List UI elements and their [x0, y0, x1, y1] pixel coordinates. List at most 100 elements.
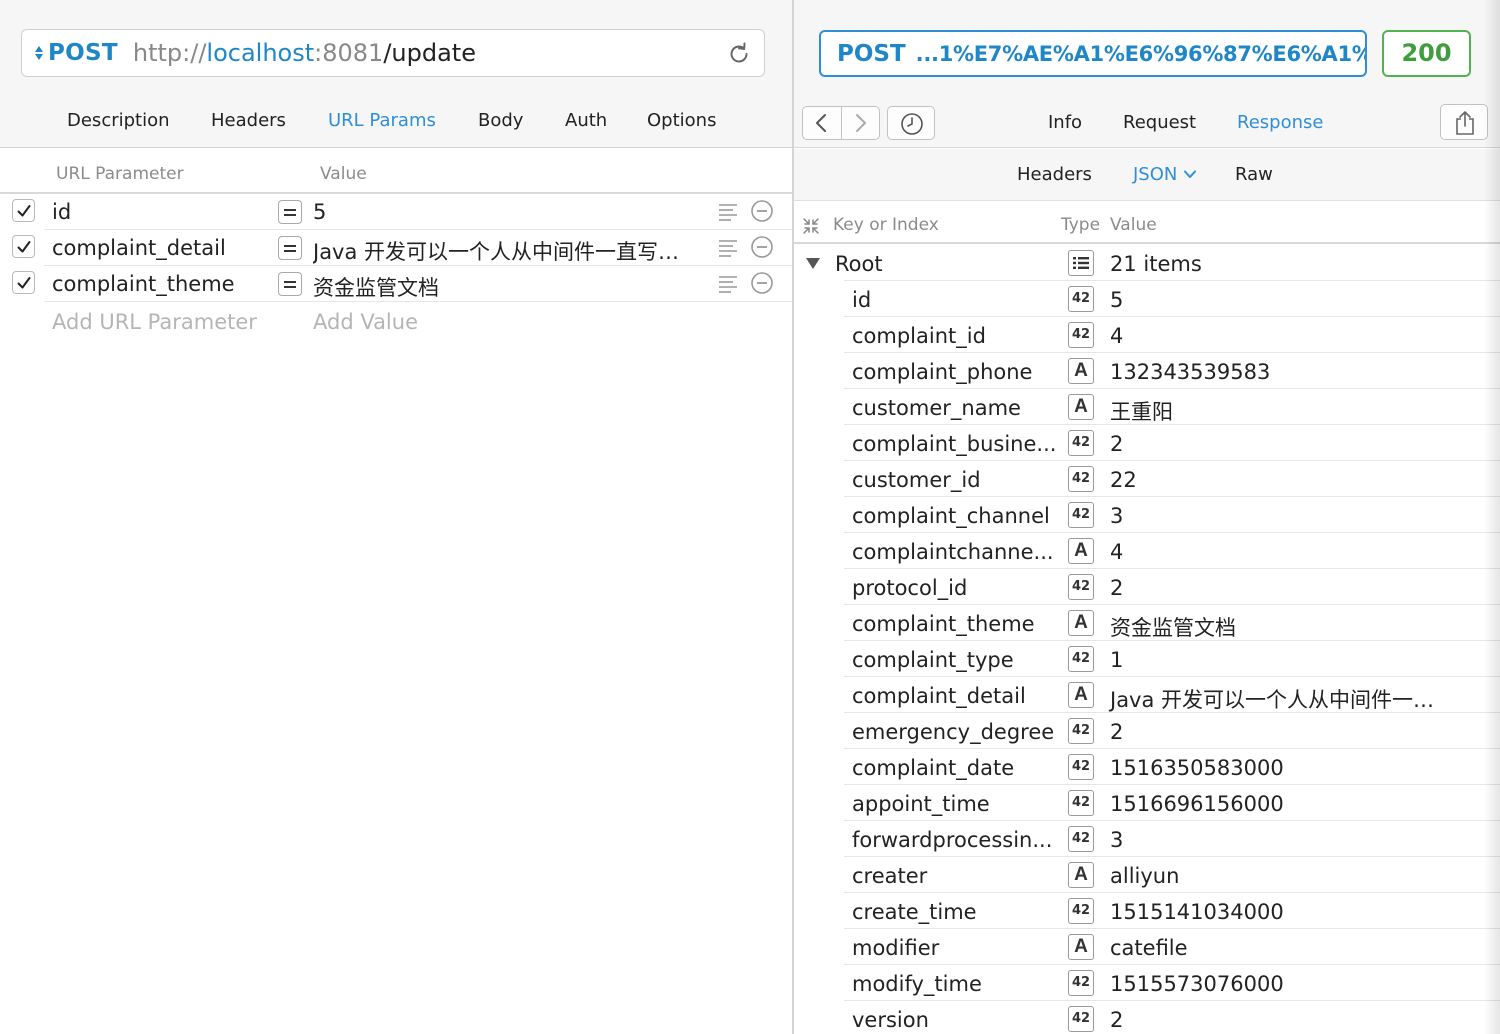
json-row[interactable]: complaint_date 42 1516350583000 — [794, 749, 1500, 785]
tab-request[interactable]: Request — [1123, 112, 1196, 133]
disclosure-triangle-icon[interactable] — [806, 258, 820, 269]
response-pane: POST ...1%E7%AE%A1%E6%96%87%E6%A1%A3 200… — [794, 0, 1500, 1034]
subtab-raw[interactable]: Raw — [1235, 164, 1273, 185]
json-row[interactable]: version 42 2 — [794, 1001, 1500, 1034]
method-select[interactable]: POST — [48, 40, 118, 66]
json-key: Root — [835, 252, 883, 276]
tab-auth[interactable]: Auth — [565, 110, 607, 131]
json-row[interactable]: protocol_id 42 2 — [794, 569, 1500, 605]
tab-response[interactable]: Response — [1237, 112, 1323, 133]
param-value[interactable]: 资金监管文档 — [313, 272, 439, 302]
url-bar[interactable]: POST http://localhost:8081/update — [21, 29, 765, 77]
request-summary[interactable]: POST ...1%E7%AE%A1%E6%96%87%E6%A1%A3 — [819, 30, 1367, 77]
json-value: 1 — [1110, 648, 1124, 672]
summary-method: POST — [837, 40, 906, 67]
number-type-icon: 42 — [1068, 718, 1094, 744]
json-row[interactable]: emergency_degree 42 2 — [794, 713, 1500, 749]
history-button[interactable] — [887, 106, 935, 140]
json-tree-header: Key or Index Type Value — [794, 206, 1500, 244]
json-value: 132343539583 — [1110, 360, 1271, 384]
json-row[interactable]: creater Aalliyun — [794, 857, 1500, 893]
json-key: complaint_theme — [852, 612, 1035, 636]
remove-param-icon[interactable] — [750, 199, 774, 223]
json-key: protocol_id — [852, 576, 968, 600]
param-enabled-checkbox[interactable] — [12, 199, 35, 222]
add-param-value-input[interactable]: Add Value — [313, 310, 418, 334]
text-options-icon[interactable] — [718, 239, 738, 257]
json-key: complaint_channel — [852, 504, 1050, 528]
equals-icon[interactable] — [278, 272, 302, 296]
param-value[interactable]: Java 开发可以一个人从中间件一直写… — [313, 236, 679, 266]
number-type-icon: 42 — [1068, 502, 1094, 528]
json-row[interactable]: forwardprocessin... 42 3 — [794, 821, 1500, 857]
number-type-icon: 42 — [1068, 322, 1094, 348]
json-row[interactable]: appoint_time 42 1516696156000 — [794, 785, 1500, 821]
param-enabled-checkbox[interactable] — [12, 235, 35, 258]
json-key: id — [852, 288, 872, 312]
json-row[interactable]: modify_time 42 1515573076000 — [794, 965, 1500, 1001]
json-value: 1516350583000 — [1110, 756, 1284, 780]
number-type-icon: 42 — [1068, 898, 1094, 924]
json-key: version — [852, 1008, 929, 1032]
remove-param-icon[interactable] — [750, 235, 774, 259]
chevron-left-icon[interactable] — [812, 113, 832, 133]
chevron-down-icon[interactable] — [1184, 170, 1196, 179]
column-header-value: Value — [1110, 215, 1157, 235]
number-type-icon: 42 — [1068, 754, 1094, 780]
subtab-headers[interactable]: Headers — [1017, 164, 1092, 185]
url-path: /update — [383, 39, 476, 67]
json-key: complaint_type — [852, 648, 1014, 672]
param-row: complaint_detail Java 开发可以一个人从中间件一直写… — [0, 230, 792, 266]
remove-param-icon[interactable] — [750, 271, 774, 295]
json-row[interactable]: id 42 5 — [794, 281, 1500, 317]
json-key: create_time — [852, 900, 977, 924]
json-key: complaint_date — [852, 756, 1015, 780]
json-row[interactable]: customer_name A 王重阳 — [794, 389, 1500, 425]
json-row[interactable]: complaint_type 42 1 — [794, 641, 1500, 677]
json-row[interactable]: complaintchanne... A 4 — [794, 533, 1500, 569]
text-options-icon[interactable] — [718, 275, 738, 293]
json-row[interactable]: complaint_channel 42 3 — [794, 497, 1500, 533]
param-row: complaint_theme 资金监管文档 — [0, 266, 792, 302]
equals-icon[interactable] — [278, 200, 302, 224]
number-type-icon: 42 — [1068, 466, 1094, 492]
json-row[interactable]: complaint_phone A 132343539583 — [794, 353, 1500, 389]
tab-url-params[interactable]: URL Params — [328, 110, 436, 131]
param-enabled-checkbox[interactable] — [12, 271, 35, 294]
json-row[interactable]: complaint_theme A 资金监管文档 — [794, 605, 1500, 641]
equals-icon[interactable] — [278, 236, 302, 260]
json-value: 4 — [1110, 540, 1124, 564]
column-header-value: Value — [320, 164, 367, 184]
json-value: 3 — [1110, 504, 1124, 528]
param-key[interactable]: id — [52, 200, 71, 224]
param-value[interactable]: 5 — [313, 200, 326, 224]
param-key[interactable]: complaint_detail — [52, 236, 226, 260]
json-row[interactable]: create_time 42 1515141034000 — [794, 893, 1500, 929]
method-select-arrows-icon[interactable] — [34, 46, 44, 60]
url-input[interactable]: http://localhost:8081/update — [133, 39, 476, 67]
json-row[interactable]: complaint_busine... 42 2 — [794, 425, 1500, 461]
tab-description[interactable]: Description — [67, 110, 170, 131]
chevron-right-icon[interactable] — [850, 113, 870, 133]
json-root-row[interactable]: Root 21 items — [794, 245, 1500, 281]
json-row[interactable]: customer_id 42 22 — [794, 461, 1500, 497]
string-type-icon: A — [1068, 394, 1094, 420]
tab-body[interactable]: Body — [478, 110, 523, 131]
add-param-key-input[interactable]: Add URL Parameter — [52, 310, 257, 334]
tab-headers[interactable]: Headers — [211, 110, 286, 131]
tab-info[interactable]: Info — [1048, 112, 1082, 133]
collapse-arrows-icon[interactable] — [802, 217, 820, 235]
param-key[interactable]: complaint_theme — [52, 272, 235, 296]
share-button[interactable] — [1440, 104, 1488, 140]
reload-icon[interactable] — [726, 41, 752, 67]
json-row[interactable]: complaint_detail A Java 开发可以一个人从中间件一… — [794, 677, 1500, 713]
json-row[interactable]: complaint_id 42 4 — [794, 317, 1500, 353]
url-scheme: http:// — [132, 39, 207, 67]
subtab-json[interactable]: JSON — [1133, 164, 1177, 185]
request-pane: POST http://localhost:8081/update Descri… — [0, 0, 792, 1034]
tab-options[interactable]: Options — [647, 110, 716, 131]
json-value: 2 — [1110, 720, 1124, 744]
json-row[interactable]: modifier Acatefile — [794, 929, 1500, 965]
json-key: customer_name — [852, 396, 1021, 420]
text-options-icon[interactable] — [718, 203, 738, 221]
